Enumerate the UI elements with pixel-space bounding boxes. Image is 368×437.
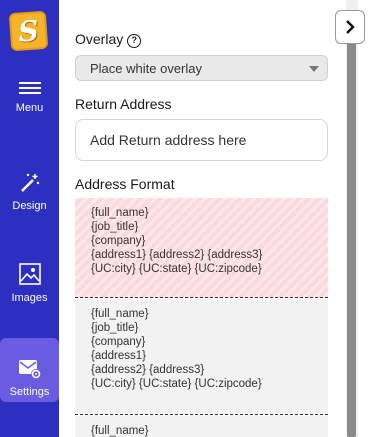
collapse-panel-button[interactable] [335, 10, 365, 44]
envelope-gear-icon [18, 360, 41, 379]
format-line: {UC:city} {UC:state} {UC:zipcode} [91, 263, 262, 275]
settings-panel: Overlay? Place white overlay Return Addr… [59, 0, 334, 437]
overlay-label: Overlay [75, 31, 124, 47]
overlay-select-value: Place white overlay [90, 61, 202, 76]
overlay-heading: Overlay? [75, 31, 142, 48]
nav-item-menu[interactable]: Menu [0, 82, 59, 132]
format-line: {full_name} [91, 425, 149, 437]
nav-item-label: Images [11, 292, 48, 304]
address-format-option[interactable]: {full_name} [75, 416, 328, 437]
image-icon [18, 263, 41, 285]
nav-item-label: Settings [9, 386, 50, 398]
scrollbar-thumb[interactable] [347, 38, 356, 437]
format-line: {job_title} [91, 322, 139, 334]
chevron-down-icon [309, 66, 319, 72]
chevron-right-icon [346, 20, 355, 34]
format-line: {company} [91, 235, 146, 247]
address-format-option[interactable]: {full_name} {job_title} {company} {addre… [75, 299, 328, 415]
nav-item-images[interactable]: Images [0, 262, 59, 316]
sidebar: S Menu Design Images Settings [0, 0, 59, 437]
magic-wand-icon [20, 173, 39, 192]
return-address-placeholder: Add Return address here [90, 132, 247, 148]
address-format-option[interactable]: {full_name} {job_title} {company} {addre… [75, 198, 328, 298]
format-line: {UC:city} {UC:state} {UC:zipcode} [91, 378, 262, 390]
nav-item-design[interactable]: Design [0, 172, 59, 226]
format-line: {company} [91, 336, 146, 348]
format-line: {full_name} [91, 308, 149, 320]
overlay-select[interactable]: Place white overlay [75, 55, 328, 81]
nav-item-settings[interactable]: Settings [0, 338, 59, 402]
format-line: {address2} {address3} [91, 364, 205, 376]
return-address-label: Return Address [75, 96, 172, 112]
format-line: {address1} [91, 350, 146, 362]
app-logo[interactable]: S [8, 10, 49, 52]
format-line: {address1} {address2} {address3} [91, 249, 263, 261]
format-line: {full_name} [91, 207, 149, 219]
return-address-input[interactable]: Add Return address here [75, 119, 328, 161]
nav-item-label: Menu [15, 102, 44, 114]
hamburger-icon [18, 82, 41, 94]
nav-item-label: Design [12, 200, 47, 212]
logo-letter: S [17, 13, 40, 49]
address-format-label: Address Format [75, 176, 175, 192]
format-line: {job_title} [91, 221, 139, 233]
help-icon[interactable]: ? [127, 34, 142, 48]
